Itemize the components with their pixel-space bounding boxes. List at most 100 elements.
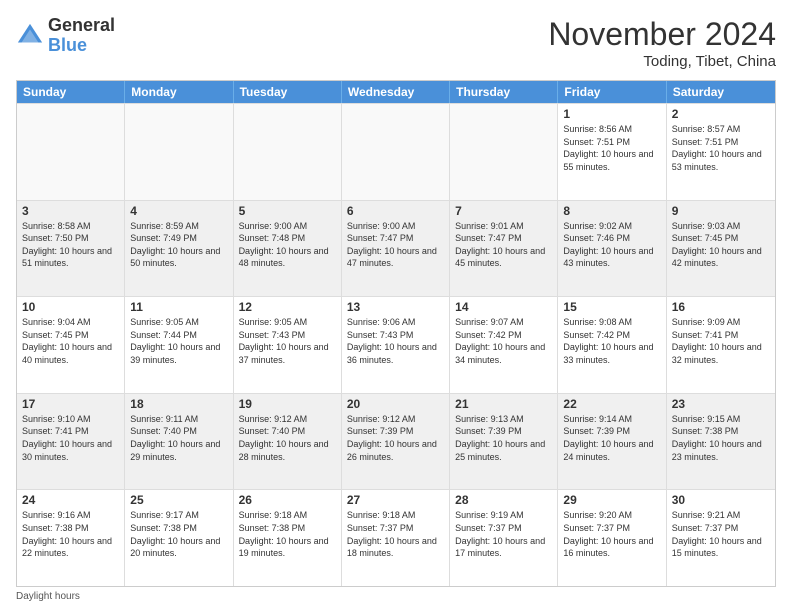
cal-cell-2-5: 15Sunrise: 9:08 AM Sunset: 7:42 PM Dayli… [558, 297, 666, 393]
day-num-4-0: 24 [22, 493, 119, 507]
day-info-1-6: Sunrise: 9:03 AM Sunset: 7:45 PM Dayligh… [672, 220, 770, 270]
cal-cell-3-4: 21 Sunrise: 9:13 AM Sunset: 7:39 PM Dayli… [450, 394, 558, 490]
day-info-2-1: Sunrise: 9:05 AM Sunset: 7:44 PM Dayligh… [130, 316, 227, 366]
cal-cell-0-6: 2 Sunrise: 8:57 AM Sunset: 7:51 PM Daylig… [667, 104, 775, 200]
logo-icon [16, 22, 44, 50]
day-num-3-3: 20 [347, 397, 444, 411]
cal-cell-2-4: 14 Sunrise: 9:07 AM Sunset: 7:42 PM Dayli… [450, 297, 558, 393]
cal-cell-3-3: 20 Sunrise: 9:12 AM Sunset: 7:39 PM Dayli… [342, 394, 450, 490]
cal-cell-2-1: 11 Sunrise: 9:05 AM Sunset: 7:44 PM Dayli… [125, 297, 233, 393]
day-info-3-4: Sunrise: 9:13 AM Sunset: 7:39 PM Dayligh… [455, 413, 552, 463]
day-num-2-4: 14 [455, 300, 552, 314]
day-info-4-3: Sunrise: 9:18 AM Sunset: 7:37 PM Dayligh… [347, 509, 444, 559]
cal-cell-3-5: 22 Sunrise: 9:14 AM Sunset: 7:39 PM Dayli… [558, 394, 666, 490]
week-row-1: 3 Sunrise: 8:58 AM Sunset: 7:50 PM Daylig… [17, 200, 775, 297]
day-num-3-0: 17 [22, 397, 119, 411]
day-num-3-4: 21 [455, 397, 552, 411]
cal-cell-4-3: 27 Sunrise: 9:18 AM Sunset: 7:37 PM Dayli… [342, 490, 450, 586]
day-info-4-5: Sunrise: 9:20 AM Sunset: 7:37 PM Dayligh… [563, 509, 660, 559]
day-info-1-2: Sunrise: 9:00 AM Sunset: 7:48 PM Dayligh… [239, 220, 336, 270]
day-info-1-3: Sunrise: 9:00 AM Sunset: 7:47 PM Dayligh… [347, 220, 444, 270]
day-info-4-2: Sunrise: 9:18 AM Sunset: 7:38 PM Dayligh… [239, 509, 336, 559]
logo-text: General Blue [48, 16, 115, 56]
day-info-3-2: Sunrise: 9:12 AM Sunset: 7:40 PM Dayligh… [239, 413, 336, 463]
day-num-1-2: 5 [239, 204, 336, 218]
day-num-0-5: 1 [563, 107, 660, 121]
day-info-3-6: Sunrise: 9:15 AM Sunset: 7:38 PM Dayligh… [672, 413, 770, 463]
cal-cell-1-2: 5 Sunrise: 9:00 AM Sunset: 7:48 PM Daylig… [234, 201, 342, 297]
cal-cell-0-3 [342, 104, 450, 200]
day-num-4-3: 27 [347, 493, 444, 507]
cal-cell-2-3: 13 Sunrise: 9:06 AM Sunset: 7:43 PM Dayli… [342, 297, 450, 393]
header: General Blue November 2024 Toding, Tibet… [16, 16, 776, 70]
day-info-0-6: Sunrise: 8:57 AM Sunset: 7:51 PM Dayligh… [672, 123, 770, 173]
day-num-3-1: 18 [130, 397, 227, 411]
header-monday: Monday [125, 81, 233, 103]
cal-cell-4-5: 29Sunrise: 9:20 AM Sunset: 7:37 PM Dayli… [558, 490, 666, 586]
day-num-3-5: 22 [563, 397, 660, 411]
day-num-4-4: 28 [455, 493, 552, 507]
day-num-2-3: 13 [347, 300, 444, 314]
header-wednesday: Wednesday [342, 81, 450, 103]
day-info-2-4: Sunrise: 9:07 AM Sunset: 7:42 PM Dayligh… [455, 316, 552, 366]
day-info-1-1: Sunrise: 8:59 AM Sunset: 7:49 PM Dayligh… [130, 220, 227, 270]
cal-cell-0-4 [450, 104, 558, 200]
footer-note: Daylight hours [16, 591, 776, 602]
page: General Blue November 2024 Toding, Tibet… [0, 0, 792, 612]
cal-cell-1-6: 9 Sunrise: 9:03 AM Sunset: 7:45 PM Daylig… [667, 201, 775, 297]
calendar: Sunday Monday Tuesday Wednesday Thursday… [16, 80, 776, 587]
title-block: November 2024 Toding, Tibet, China [548, 16, 776, 70]
cal-cell-1-3: 6 Sunrise: 9:00 AM Sunset: 7:47 PM Daylig… [342, 201, 450, 297]
day-info-2-3: Sunrise: 9:06 AM Sunset: 7:43 PM Dayligh… [347, 316, 444, 366]
cal-cell-3-2: 19 Sunrise: 9:12 AM Sunset: 7:40 PM Dayli… [234, 394, 342, 490]
week-row-2: 10 Sunrise: 9:04 AM Sunset: 7:45 PM Dayli… [17, 296, 775, 393]
logo-general: General [48, 16, 115, 36]
header-sunday: Sunday [17, 81, 125, 103]
day-info-3-0: Sunrise: 9:10 AM Sunset: 7:41 PM Dayligh… [22, 413, 119, 463]
day-info-2-0: Sunrise: 9:04 AM Sunset: 7:45 PM Dayligh… [22, 316, 119, 366]
day-num-0-6: 2 [672, 107, 770, 121]
logo: General Blue [16, 16, 115, 56]
cal-cell-4-2: 26 Sunrise: 9:18 AM Sunset: 7:38 PM Dayli… [234, 490, 342, 586]
header-saturday: Saturday [667, 81, 775, 103]
cal-cell-2-2: 12 Sunrise: 9:05 AM Sunset: 7:43 PM Dayli… [234, 297, 342, 393]
day-info-2-2: Sunrise: 9:05 AM Sunset: 7:43 PM Dayligh… [239, 316, 336, 366]
calendar-header: Sunday Monday Tuesday Wednesday Thursday… [17, 81, 775, 103]
day-num-1-6: 9 [672, 204, 770, 218]
day-num-3-2: 19 [239, 397, 336, 411]
cal-cell-3-1: 18Sunrise: 9:11 AM Sunset: 7:40 PM Dayli… [125, 394, 233, 490]
day-info-4-4: Sunrise: 9:19 AM Sunset: 7:37 PM Dayligh… [455, 509, 552, 559]
cal-cell-0-0 [17, 104, 125, 200]
day-info-1-5: Sunrise: 9:02 AM Sunset: 7:46 PM Dayligh… [563, 220, 660, 270]
logo-blue: Blue [48, 36, 115, 56]
day-num-4-1: 25 [130, 493, 227, 507]
day-info-3-3: Sunrise: 9:12 AM Sunset: 7:39 PM Dayligh… [347, 413, 444, 463]
day-num-4-2: 26 [239, 493, 336, 507]
day-num-1-0: 3 [22, 204, 119, 218]
cal-cell-0-5: 1Sunrise: 8:56 AM Sunset: 7:51 PM Daylig… [558, 104, 666, 200]
day-info-2-5: Sunrise: 9:08 AM Sunset: 7:42 PM Dayligh… [563, 316, 660, 366]
week-row-4: 24 Sunrise: 9:16 AM Sunset: 7:38 PM Dayli… [17, 489, 775, 586]
day-info-1-0: Sunrise: 8:58 AM Sunset: 7:50 PM Dayligh… [22, 220, 119, 270]
cal-cell-2-0: 10 Sunrise: 9:04 AM Sunset: 7:45 PM Dayli… [17, 297, 125, 393]
cal-cell-2-6: 16 Sunrise: 9:09 AM Sunset: 7:41 PM Dayli… [667, 297, 775, 393]
cal-cell-0-1 [125, 104, 233, 200]
day-info-4-0: Sunrise: 9:16 AM Sunset: 7:38 PM Dayligh… [22, 509, 119, 559]
cal-cell-3-6: 23Sunrise: 9:15 AM Sunset: 7:38 PM Dayli… [667, 394, 775, 490]
day-num-2-0: 10 [22, 300, 119, 314]
cal-cell-1-0: 3 Sunrise: 8:58 AM Sunset: 7:50 PM Daylig… [17, 201, 125, 297]
day-num-2-1: 11 [130, 300, 227, 314]
day-info-2-6: Sunrise: 9:09 AM Sunset: 7:41 PM Dayligh… [672, 316, 770, 366]
day-num-1-1: 4 [130, 204, 227, 218]
day-num-4-6: 30 [672, 493, 770, 507]
day-num-2-2: 12 [239, 300, 336, 314]
location: Toding, Tibet, China [548, 53, 776, 70]
day-num-2-6: 16 [672, 300, 770, 314]
header-tuesday: Tuesday [234, 81, 342, 103]
cal-cell-3-0: 17 Sunrise: 9:10 AM Sunset: 7:41 PM Dayli… [17, 394, 125, 490]
cal-cell-1-1: 4 Sunrise: 8:59 AM Sunset: 7:49 PM Daylig… [125, 201, 233, 297]
cal-cell-1-4: 7Sunrise: 9:01 AM Sunset: 7:47 PM Daylig… [450, 201, 558, 297]
cal-cell-4-4: 28 Sunrise: 9:19 AM Sunset: 7:37 PM Dayli… [450, 490, 558, 586]
day-num-1-3: 6 [347, 204, 444, 218]
day-info-3-5: Sunrise: 9:14 AM Sunset: 7:39 PM Dayligh… [563, 413, 660, 463]
